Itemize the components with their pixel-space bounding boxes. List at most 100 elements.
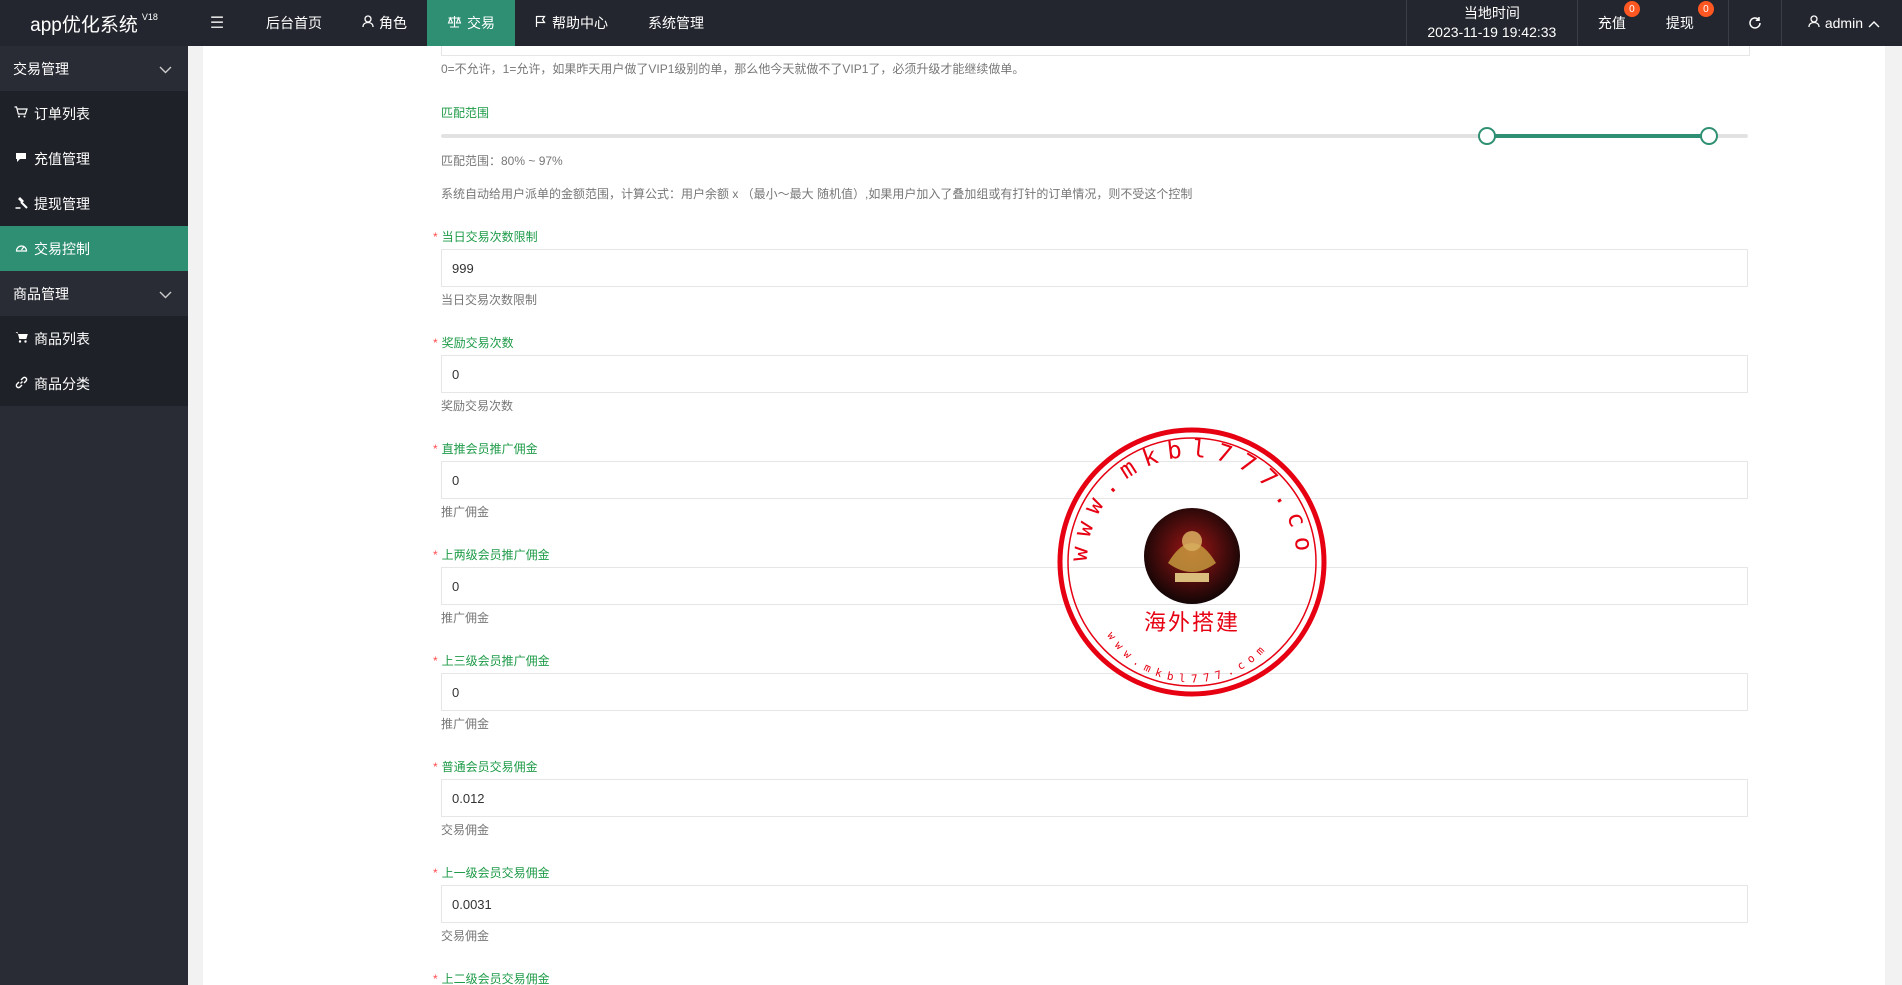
link-icon: [14, 376, 28, 392]
field-label-level2-commission: * 上两级会员推广佣金: [433, 546, 550, 563]
user-menu[interactable]: admin: [1782, 0, 1902, 46]
scale-icon: [447, 15, 462, 31]
field-label-text: 上两级会员推广佣金: [441, 548, 550, 562]
field-label-level3-commission: * 上三级会员推广佣金: [433, 652, 550, 669]
required-star: *: [433, 866, 438, 880]
flag-icon: [535, 15, 547, 31]
withdraw-label: 提现: [1665, 15, 1694, 31]
nav-home[interactable]: 后台首页: [246, 0, 342, 46]
local-time: 当地时间 2023-11-19 19:42:33: [1405, 0, 1578, 46]
app-version: V18: [141, 12, 158, 22]
nav-trade-label: 交易: [467, 15, 495, 31]
nav-system[interactable]: 系统管理: [628, 0, 724, 46]
field-help: 0=不允许，1=允许，如果昨天用户做了VIP1级别的单，那么他今天就做不了VIP…: [441, 62, 1025, 76]
required-star: *: [433, 972, 438, 985]
comment-icon: [14, 152, 28, 166]
nav-home-label: 后台首页: [266, 15, 322, 31]
sidebar-group-label: 商品管理: [13, 285, 69, 302]
member-trade-commission-input[interactable]: 0.012: [441, 779, 1748, 817]
field-label-grandparent-trade-commission: * 上二级会员交易佣金: [433, 970, 550, 985]
app-logo[interactable]: app优化系统 V18: [0, 0, 188, 46]
withdraw-badge: 0: [1697, 1, 1714, 17]
hamburger-icon[interactable]: ☰: [188, 0, 246, 46]
parent-trade-commission-input[interactable]: 0.0031: [441, 885, 1748, 923]
main-content: 0=不允许，1=允许，如果昨天用户做了VIP1级别的单，那么他今天就做不了VIP…: [188, 46, 1902, 985]
range-label: 匹配范围: [441, 106, 490, 120]
recharge-badge: 0: [1623, 1, 1640, 17]
cart-icon: [14, 106, 28, 121]
field-label-text: 上二级会员交易佣金: [441, 972, 550, 985]
sidebar-item-label: 订单列表: [34, 105, 90, 122]
field-label-parent-trade-commission: * 上一级会员交易佣金: [433, 864, 550, 881]
field-label-daily-limit: * 当日交易次数限制: [433, 228, 538, 245]
nav-role[interactable]: 角色: [342, 0, 427, 46]
nav-trade[interactable]: 交易: [427, 0, 515, 46]
sidebar-item-label: 交易控制: [34, 240, 90, 257]
field-label-text: 直推会员推广佣金: [441, 442, 538, 456]
sidebar-item-goods-list[interactable]: 商品列表: [0, 316, 188, 361]
app-title: app优化系统: [30, 14, 138, 36]
field-label-text: 奖励交易次数: [441, 336, 514, 350]
bonus-count-input[interactable]: 0: [441, 355, 1748, 393]
nav-role-label: 角色: [379, 15, 407, 31]
range-slider-fill: [1486, 134, 1709, 138]
field-label-text: 普通会员交易佣金: [441, 760, 538, 774]
field-label-bonus-count: * 奖励交易次数: [433, 334, 514, 351]
user-name: admin: [1824, 15, 1863, 31]
local-time-label: 当地时间: [1463, 5, 1520, 21]
field-help: 推广佣金: [441, 717, 490, 731]
range-handle-min[interactable]: [1477, 127, 1496, 145]
field-label-direct-commission: * 直推会员推广佣金: [433, 440, 538, 457]
recharge-label: 充值: [1597, 15, 1626, 31]
field-label-text: 当日交易次数限制: [441, 230, 538, 244]
user-icon: [1808, 15, 1820, 31]
field-label-member-trade-commission: * 普通会员交易佣金: [433, 758, 538, 775]
sidebar-group-label: 交易管理: [13, 60, 69, 77]
sidebar-item-label: 商品分类: [34, 375, 90, 392]
field-help: 推广佣金: [441, 611, 490, 625]
field-help: 交易佣金: [441, 929, 490, 943]
daily-limit-input[interactable]: 999: [441, 249, 1748, 287]
refresh-icon[interactable]: [1727, 0, 1782, 46]
sidebar-item-label: 充值管理: [34, 150, 90, 167]
field-label-text: 上一级会员交易佣金: [441, 866, 550, 880]
watermark-stamp: www.mkbl777.com 海外搭建 www.mkbl777.com: [1053, 423, 1327, 697]
range-handle-max[interactable]: [1699, 127, 1718, 145]
top-header: app优化系统 V18 ☰ 后台首页 角色 交易 帮助中心 系统管理 当地时间 …: [0, 0, 1902, 46]
chevron-down-icon: [159, 61, 172, 77]
sidebar-group-trade[interactable]: 交易管理: [0, 46, 188, 91]
sidebar-item-label: 商品列表: [34, 330, 90, 347]
sidebar-item-label: 提现管理: [34, 195, 90, 212]
field-label-text: 上三级会员推广佣金: [441, 654, 550, 668]
gavel-icon: [14, 196, 28, 212]
field-help: 交易佣金: [441, 823, 490, 837]
withdraw-button[interactable]: 提现 0: [1646, 0, 1728, 46]
required-star: *: [433, 442, 438, 456]
recharge-button[interactable]: 充值 0: [1578, 0, 1646, 46]
required-star: *: [433, 548, 438, 562]
local-time-value: 2023-11-19 19:42:33: [1427, 24, 1557, 40]
sidebar-group-goods[interactable]: 商品管理: [0, 271, 188, 316]
required-star: *: [433, 760, 438, 774]
user-icon: [362, 15, 374, 31]
chevron-up-icon: [1868, 15, 1880, 31]
previous-field-edge[interactable]: [441, 46, 1750, 56]
range-value-text: 匹配范围：80% ~ 97%: [441, 154, 563, 168]
field-help: 当日交易次数限制: [441, 293, 538, 307]
sidebar-item-orders[interactable]: 订单列表: [0, 91, 188, 136]
sidebar-item-recharge[interactable]: 充值管理: [0, 136, 188, 181]
nav-system-label: 系统管理: [648, 15, 704, 31]
dashboard-icon: [14, 241, 28, 256]
sidebar-item-goods-category[interactable]: 商品分类: [0, 361, 188, 406]
cart-icon: [14, 331, 28, 346]
range-slider[interactable]: [441, 127, 1748, 145]
sidebar-item-withdraw[interactable]: 提现管理: [0, 181, 188, 226]
sidebar-item-trade-control[interactable]: 交易控制: [0, 226, 188, 271]
stamp-center-text: 海外搭建: [1144, 611, 1240, 636]
required-star: *: [433, 230, 438, 244]
required-star: *: [433, 654, 438, 668]
stamp-logo-icon: [1144, 508, 1240, 604]
form-card: 0=不允许，1=允许，如果昨天用户做了VIP1级别的单，那么他今天就做不了VIP…: [203, 46, 1885, 985]
nav-help[interactable]: 帮助中心: [515, 0, 628, 46]
required-star: *: [433, 336, 438, 350]
